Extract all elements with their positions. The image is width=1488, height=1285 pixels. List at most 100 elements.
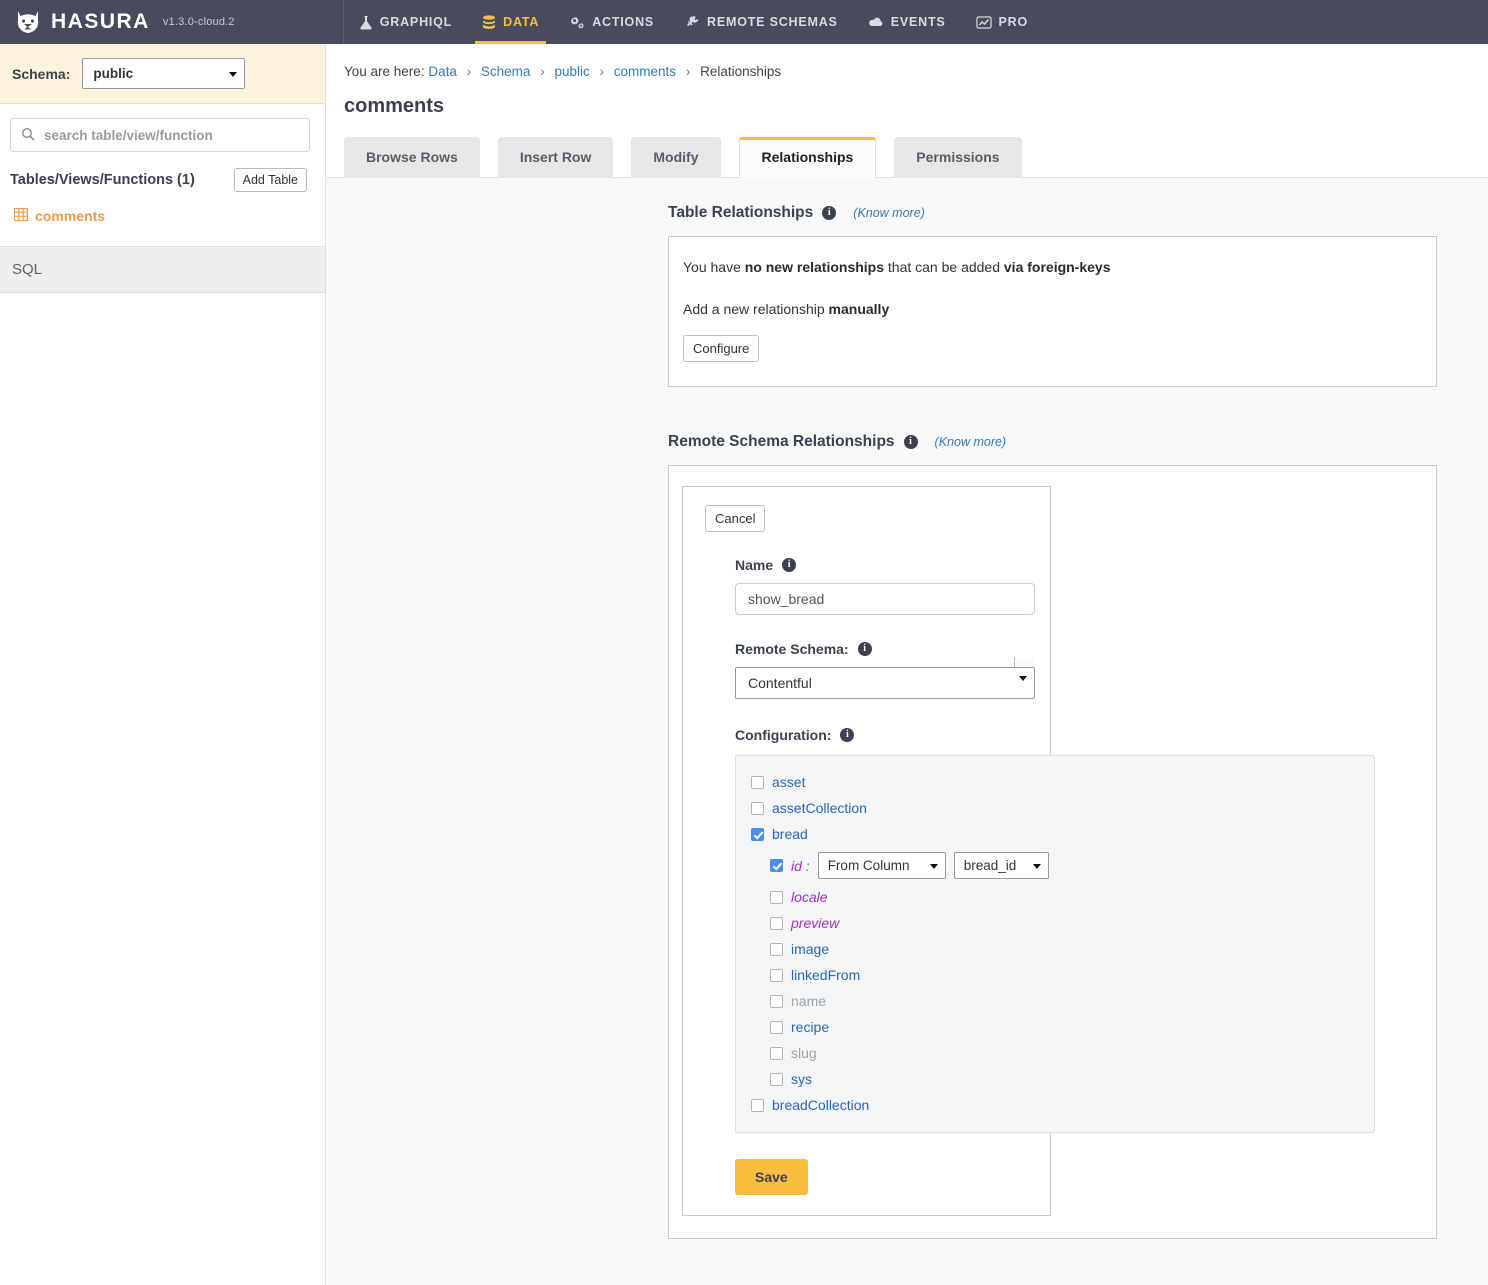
- tree-label[interactable]: bread: [772, 826, 808, 842]
- tree-label[interactable]: name: [791, 993, 826, 1009]
- info-icon[interactable]: i: [840, 728, 855, 742]
- tree-label[interactable]: assetCollection: [772, 800, 867, 816]
- relationship-name-input[interactable]: [735, 583, 1035, 615]
- tree-label[interactable]: slug: [791, 1045, 817, 1061]
- tree-checkbox[interactable]: [770, 859, 783, 872]
- no-relationships-message: You have no new relationships that can b…: [683, 259, 1414, 275]
- column-select[interactable]: bread_id: [953, 852, 1049, 879]
- breadcrumb-separator: ›: [599, 64, 605, 79]
- know-more-link[interactable]: (Know more): [853, 206, 925, 220]
- tab-modify[interactable]: Modify: [631, 137, 721, 178]
- tree-checkbox[interactable]: [751, 775, 764, 789]
- tree-checkbox[interactable]: [770, 1072, 783, 1086]
- column-select-wrapper[interactable]: bread_id: [953, 852, 1049, 879]
- tree-checkbox[interactable]: [770, 942, 783, 956]
- breadcrumb-separator: ›: [685, 64, 691, 79]
- nav-item-events[interactable]: EVENTS: [853, 0, 961, 44]
- tree-label[interactable]: preview: [791, 915, 839, 931]
- tree-node-locale[interactable]: locale: [736, 884, 1374, 910]
- breadcrumb-item-data[interactable]: Data: [428, 64, 457, 79]
- plug-icon: [684, 15, 700, 30]
- source-type-select[interactable]: From Column: [817, 852, 946, 879]
- nav-item-graphiql[interactable]: GRAPHIQL: [344, 0, 467, 44]
- msg-part: that can be added: [884, 259, 1004, 275]
- save-button[interactable]: Save: [735, 1159, 808, 1195]
- search-box[interactable]: [10, 118, 310, 152]
- breadcrumb-item-schema[interactable]: Schema: [481, 64, 531, 79]
- info-icon[interactable]: i: [903, 435, 918, 449]
- tree-node-asset[interactable]: asset: [736, 769, 1374, 795]
- tree-checkbox[interactable]: [751, 1098, 764, 1112]
- tree-checkbox[interactable]: [770, 1046, 783, 1060]
- tab-insert-row[interactable]: Insert Row: [497, 137, 614, 178]
- tree-checkbox[interactable]: [770, 968, 783, 982]
- table-relationships-header: Table Relationships i (Know more): [326, 204, 1488, 222]
- breadcrumb-item-public[interactable]: public: [554, 64, 589, 79]
- tree-checkbox[interactable]: [770, 1020, 783, 1034]
- add-table-button[interactable]: Add Table: [233, 168, 307, 192]
- msg-part: Add a new relationship: [683, 301, 829, 317]
- tab-browse-rows[interactable]: Browse Rows: [344, 137, 480, 178]
- name-label-row: Name i: [735, 557, 1050, 573]
- nav-item-remote-schemas[interactable]: REMOTE SCHEMAS: [669, 0, 853, 44]
- tree-node-recipe[interactable]: recipe: [736, 1014, 1374, 1040]
- remote-schema-select-wrapper[interactable]: Contentful: [735, 657, 1035, 699]
- schema-select[interactable]: public: [82, 58, 246, 89]
- breadcrumb-item-comments[interactable]: comments: [614, 64, 676, 79]
- nav-item-actions[interactable]: ACTIONS: [554, 0, 669, 44]
- tab-relationships[interactable]: Relationships: [738, 137, 877, 178]
- tree-label[interactable]: asset: [772, 774, 805, 790]
- search-input[interactable]: [42, 126, 299, 144]
- tree-label[interactable]: locale: [791, 889, 828, 905]
- schema-select-wrapper[interactable]: public: [82, 58, 246, 89]
- cancel-button[interactable]: Cancel: [705, 505, 766, 532]
- tree-label[interactable]: linkedFrom: [791, 967, 860, 983]
- search-icon: [21, 127, 35, 144]
- tree-node-sys[interactable]: sys: [736, 1066, 1374, 1092]
- nav-item-data[interactable]: DATA: [467, 0, 554, 44]
- remote-schema-select[interactable]: Contentful: [735, 667, 1035, 699]
- tree-label[interactable]: id :: [791, 858, 810, 874]
- tree-node-slug[interactable]: slug: [736, 1040, 1374, 1066]
- info-icon[interactable]: i: [857, 642, 872, 656]
- breadcrumb: You are here: Data › Schema › public › c…: [326, 44, 1488, 79]
- sidebar-item-sql[interactable]: SQL: [0, 246, 325, 293]
- tree-node-linkedfrom[interactable]: linkedFrom: [736, 962, 1374, 988]
- tree-checkbox[interactable]: [751, 801, 764, 815]
- table-list: comments: [10, 206, 315, 226]
- configure-button[interactable]: Configure: [683, 335, 760, 362]
- tree-checkbox[interactable]: [751, 827, 764, 841]
- tree-label[interactable]: sys: [791, 1071, 812, 1087]
- tables-count-label: Tables/Views/Functions (1): [10, 172, 195, 188]
- tab-bar: Browse Rows Insert Row Modify Relationsh…: [326, 118, 1488, 178]
- info-icon[interactable]: i: [782, 558, 797, 572]
- schema-selector-bar: Schema: public: [0, 44, 325, 104]
- top-navbar: HASURA v1.3.0-cloud.2 GRAPHIQL DATA ACTI…: [0, 0, 1488, 44]
- nav-label: DATA: [503, 15, 540, 29]
- page-body: Schema: public Tables/Views/Functions (1…: [0, 44, 1488, 1285]
- tree-label[interactable]: image: [791, 941, 829, 957]
- tree-node-assetcollection[interactable]: assetCollection: [736, 795, 1374, 821]
- info-icon[interactable]: i: [822, 206, 837, 220]
- tree-checkbox[interactable]: [770, 890, 783, 904]
- tree-node-preview[interactable]: preview: [736, 910, 1374, 936]
- know-more-link[interactable]: (Know more): [935, 435, 1007, 449]
- name-label: Name: [735, 557, 774, 573]
- tree-node-name[interactable]: name: [736, 988, 1374, 1014]
- tree-label[interactable]: recipe: [791, 1019, 829, 1035]
- tree-label[interactable]: breadCollection: [772, 1097, 869, 1113]
- breadcrumb-separator: ›: [466, 64, 472, 79]
- tree-checkbox[interactable]: [770, 994, 783, 1008]
- source-type-select-wrapper[interactable]: From Column: [817, 852, 946, 879]
- brand[interactable]: HASURA v1.3.0-cloud.2: [0, 8, 235, 36]
- tree-node-id-argument[interactable]: id : From Column bread_id: [736, 847, 1374, 884]
- nav-item-pro[interactable]: PRO: [961, 0, 1044, 44]
- manual-relationship-message: Add a new relationship manually: [683, 301, 1414, 317]
- tree-checkbox[interactable]: [770, 916, 783, 930]
- sidebar-table-comments[interactable]: comments: [10, 206, 315, 226]
- tree-node-bread[interactable]: bread: [736, 821, 1374, 847]
- tab-permissions[interactable]: Permissions: [894, 137, 1022, 178]
- tree-node-breadcollection[interactable]: breadCollection: [736, 1092, 1374, 1118]
- tree-node-image[interactable]: image: [736, 936, 1374, 962]
- msg-strong: manually: [828, 301, 890, 317]
